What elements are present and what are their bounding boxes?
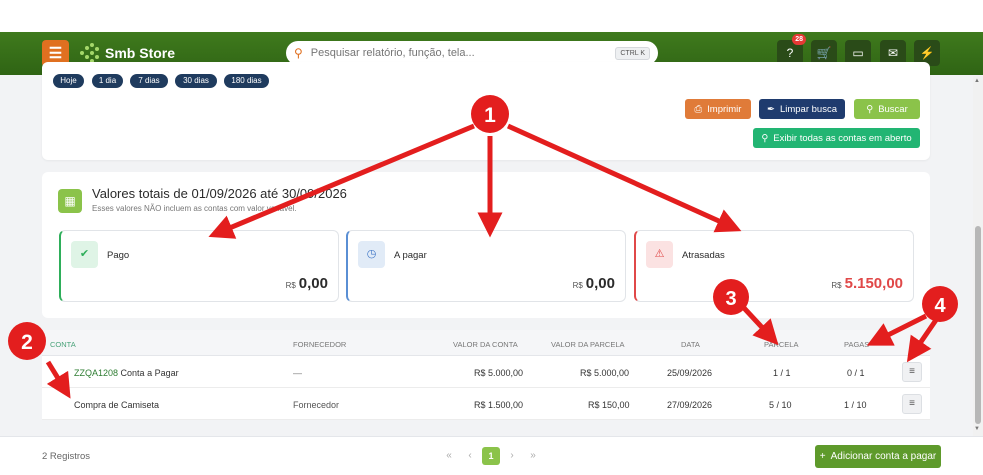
annotation-overlay: 1 2 3 4 xyxy=(8,95,958,399)
annotation-arrow xyxy=(742,306,779,346)
annotation-marker: 2 xyxy=(8,322,46,360)
annotation-marker: 1 xyxy=(471,95,509,133)
annotation-arrow xyxy=(45,360,71,399)
annotation-number: 3 xyxy=(725,288,736,310)
annotation-arrow xyxy=(906,318,939,363)
annotation-number: 2 xyxy=(21,331,33,354)
annotation-marker: 3 xyxy=(713,279,749,315)
annotation-number: 4 xyxy=(934,295,946,317)
annotation-arrow xyxy=(506,123,742,233)
annotation-arrow xyxy=(866,313,928,346)
annotation-marker: 4 xyxy=(922,286,958,322)
annotation-number: 1 xyxy=(484,104,496,127)
annotation-arrow xyxy=(208,123,475,239)
